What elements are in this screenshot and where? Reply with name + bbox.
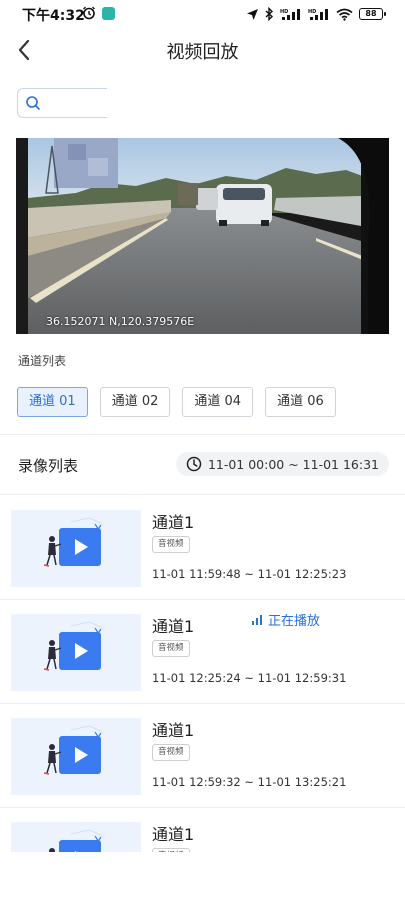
location-icon <box>247 8 258 20</box>
header: 视频回放 <box>0 30 405 70</box>
status-icons: HD HD 88 <box>246 6 386 22</box>
search-input[interactable] <box>17 88 107 118</box>
media-type-tag: 音视频 <box>152 536 190 553</box>
channel-list-label: 通道列表 <box>18 354 67 368</box>
status-time: 下午4:32 <box>22 8 85 24</box>
recording-item[interactable]: 通道1 音视频 11-01 12:59:32 ~ 11-01 13:25:21 <box>0 703 405 807</box>
clock-icon <box>186 456 202 472</box>
search-icon <box>26 96 40 110</box>
battery-icon: 88 <box>359 8 386 20</box>
recording-channel-name: 通道1 <box>152 513 195 532</box>
recording-item[interactable]: 通道1 音视频 11-01 11:59:48 ~ 11-01 12:25:23 <box>0 495 405 599</box>
recording-time: 11-01 12:59:32 ~ 11-01 13:25:21 <box>152 775 347 789</box>
channel-chip[interactable]: 通道 01 <box>17 387 88 417</box>
divider <box>0 434 405 435</box>
svg-text:HD: HD <box>280 9 288 15</box>
status-bar: 下午4:32 HD HD 88 <box>0 0 405 30</box>
video-frame <box>16 138 389 334</box>
page-title: 视频回放 <box>166 42 239 63</box>
now-playing-label: 正在播放 <box>268 614 321 629</box>
signal-hd-icon: HD <box>280 8 300 20</box>
recording-item[interactable]: 通道1 正在播放 音视频 11-01 12:25:24 ~ 11-01 12:5… <box>0 599 405 703</box>
wifi-icon <box>336 8 353 21</box>
app-icon <box>102 7 115 20</box>
list-cutoff <box>0 852 405 900</box>
channel-chip[interactable]: 通道 04 <box>182 387 254 417</box>
recording-time: 11-01 12:25:24 ~ 11-01 12:59:31 <box>152 671 347 685</box>
recording-thumbnail <box>11 718 141 795</box>
time-range-filter[interactable]: 11-01 00:00 ~ 11-01 16:31 <box>175 452 389 476</box>
channel-list: 通道 01 通道 02 通道 04 通道 06 <box>17 387 336 417</box>
signal-hd-icon: HD <box>308 8 328 20</box>
video-player[interactable]: 36.152071 N,120.379576E <box>16 138 389 334</box>
channel-chip[interactable]: 通道 06 <box>265 387 336 417</box>
recording-thumbnail <box>11 614 141 691</box>
recording-time: 11-01 11:59:48 ~ 11-01 12:25:23 <box>152 567 347 581</box>
channel-chip[interactable]: 通道 02 <box>99 387 171 417</box>
now-playing-indicator: 正在播放 <box>252 610 320 629</box>
play-icon <box>11 718 141 795</box>
time-range-text: 11-01 00:00 ~ 11-01 16:31 <box>207 456 379 472</box>
recording-thumbnail <box>11 510 141 587</box>
play-icon <box>11 614 141 691</box>
recording-channel-name: 通道1 <box>152 721 195 740</box>
recording-list-title: 录像列表 <box>18 457 79 475</box>
play-icon <box>11 510 141 587</box>
gps-coordinates: 36.152071 N,120.379576E <box>46 315 195 328</box>
recording-channel-name: 通道1 <box>152 825 195 844</box>
svg-text:HD: HD <box>308 9 316 15</box>
media-type-tag: 音视频 <box>152 744 190 761</box>
recording-channel-name: 通道1 <box>152 617 195 636</box>
bluetooth-icon <box>265 7 274 21</box>
media-type-tag: 音视频 <box>152 640 190 657</box>
audio-bars-icon <box>252 614 262 625</box>
alarm-icon <box>83 6 95 20</box>
